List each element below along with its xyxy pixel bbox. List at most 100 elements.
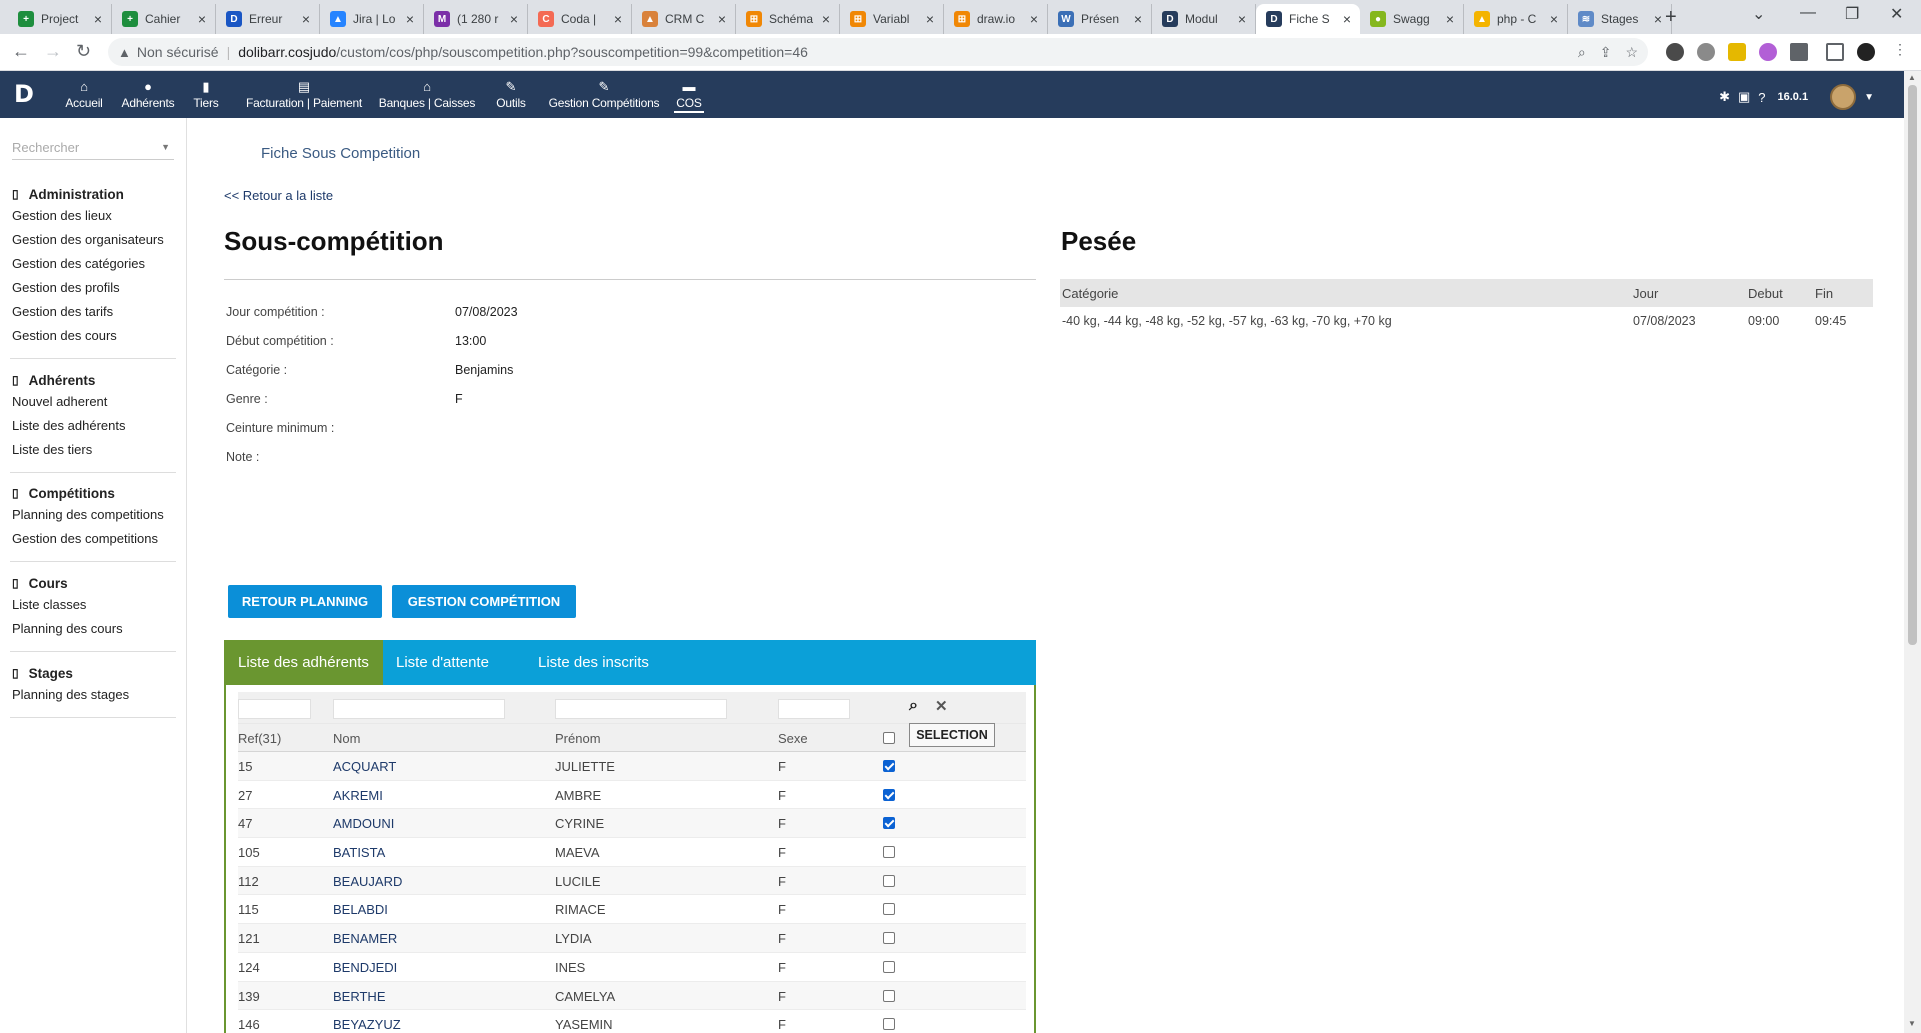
menu-item-home[interactable]: ⌂ Accueil	[64, 78, 104, 111]
sidebar-section-title[interactable]: ▯ Adhérents	[0, 370, 187, 390]
retour-planning-button[interactable]: RETOUR PLANNING	[228, 585, 382, 618]
menu-item-user[interactable]: ● Adhérents	[117, 78, 179, 111]
close-window-button[interactable]: ✕	[1890, 4, 1903, 24]
row-checkbox[interactable]	[883, 760, 895, 772]
browser-tab[interactable]: ▲ php - C ×	[1464, 4, 1568, 34]
user-avatar[interactable]	[1830, 84, 1857, 110]
browser-tab[interactable]: W Présen ×	[1048, 4, 1152, 34]
reload-icon[interactable]: ↻	[76, 41, 91, 62]
cell-nom[interactable]: BEYAZYUZ	[333, 1017, 401, 1032]
browser-tab[interactable]: ≋ Stages ×	[1568, 4, 1672, 34]
cell-nom[interactable]: AKREMI	[333, 788, 383, 803]
tab-close-icon[interactable]: ×	[403, 11, 417, 27]
sidebar-item[interactable]: Planning des stages	[0, 683, 187, 707]
address-bar[interactable]: ▲ Non sécurisé | dolibarr.cosjudo/custom…	[108, 38, 1648, 66]
tab-close-icon[interactable]: ×	[299, 11, 313, 27]
sidebar-item[interactable]: Planning des competitions	[0, 503, 187, 527]
browser-tab[interactable]: C Coda | ×	[528, 4, 632, 34]
menu-item-money[interactable]: ▤ Facturation | Paiement	[244, 78, 364, 111]
cell-nom[interactable]: BATISTA	[333, 845, 385, 860]
browser-tab[interactable]: ▲ Jira | Lo ×	[320, 4, 424, 34]
restore-button[interactable]: ❐	[1845, 4, 1859, 24]
sidebar-item[interactable]: Liste des tiers	[0, 438, 187, 462]
header-nom[interactable]: Nom	[333, 731, 360, 746]
sidebar-item[interactable]: Gestion des cours	[0, 324, 187, 348]
cell-nom[interactable]: BEAUJARD	[333, 874, 402, 889]
tab-close-icon[interactable]: ×	[715, 11, 729, 27]
row-checkbox[interactable]	[883, 960, 895, 973]
tab-close-icon[interactable]: ×	[611, 11, 625, 27]
sidebar-section-title[interactable]: ▯ Stages	[0, 663, 187, 683]
sidebar-section-title[interactable]: ▯ Cours	[0, 573, 187, 593]
bookmark-star-icon[interactable]: ☆	[1625, 44, 1638, 61]
browser-tab[interactable]: D Modul ×	[1152, 4, 1256, 34]
extension-icon[interactable]	[1666, 43, 1684, 61]
tab-attente[interactable]: Liste d'attente	[382, 640, 503, 685]
tab-close-icon[interactable]: ×	[1340, 11, 1354, 27]
tab-close-icon[interactable]: ×	[1547, 11, 1561, 27]
sidebar-item[interactable]: Liste classes	[0, 593, 187, 617]
tab-close-icon[interactable]: ×	[507, 11, 521, 27]
tab-close-icon[interactable]: ×	[923, 11, 937, 27]
cell-nom[interactable]: AMDOUNI	[333, 816, 394, 831]
menu-item-edit[interactable]: ✎ Gestion Compétitions	[544, 78, 664, 111]
sidebar-item[interactable]: Liste des adhérents	[0, 414, 187, 438]
menu-kebab-icon[interactable]: ⋮	[1893, 41, 1907, 58]
cell-nom[interactable]: BENAMER	[333, 931, 397, 946]
scroll-up-icon[interactable]: ▲	[1908, 73, 1916, 82]
row-checkbox[interactable]	[883, 932, 895, 945]
selection-button[interactable]: SELECTION	[909, 723, 995, 747]
cell-nom[interactable]: BENDJEDI	[333, 960, 397, 975]
row-checkbox[interactable]	[883, 989, 895, 1002]
filter-nom-input[interactable]	[333, 699, 505, 719]
browser-tab[interactable]: D Fiche S ×	[1256, 4, 1360, 34]
cell-nom[interactable]: BELABDI	[333, 902, 388, 917]
browser-tab[interactable]: ⊞ draw.io ×	[944, 4, 1048, 34]
cell-nom[interactable]: ACQUART	[333, 759, 396, 774]
menu-item-wrench[interactable]: ✎ Outils	[491, 78, 531, 111]
tab-inscrits[interactable]: Liste des inscrits	[524, 640, 663, 685]
tab-close-icon[interactable]: ×	[1651, 11, 1665, 27]
share-icon[interactable]: ⇪	[1600, 44, 1612, 61]
sidebar-item[interactable]: Gestion des lieux	[0, 204, 187, 228]
scroll-down-icon[interactable]: ▼	[1908, 1019, 1916, 1028]
print-icon[interactable]: ▣	[1738, 89, 1750, 105]
sidebar-item[interactable]: Gestion des tarifs	[0, 300, 187, 324]
header-prenom[interactable]: Prénom	[555, 731, 601, 746]
filter-prenom-input[interactable]	[555, 699, 727, 719]
browser-tab[interactable]: + Project ×	[8, 4, 112, 34]
puzzle-icon[interactable]	[1790, 43, 1808, 61]
zoom-icon[interactable]: ⌕	[1578, 44, 1586, 61]
chevron-down-icon[interactable]: ▼	[1864, 92, 1874, 103]
row-checkbox[interactable]	[883, 903, 895, 916]
sidebar-item[interactable]: Gestion des organisateurs	[0, 228, 187, 252]
browser-tab[interactable]: ▲ CRM C ×	[632, 4, 736, 34]
row-checkbox[interactable]	[883, 788, 895, 801]
filter-ref-input[interactable]	[238, 699, 311, 719]
sidebar-section-title[interactable]: ▯ Administration	[0, 184, 187, 204]
row-checkbox[interactable]	[883, 1018, 895, 1031]
tab-close-icon[interactable]: ×	[1443, 11, 1457, 27]
filter-sexe-input[interactable]	[778, 699, 850, 719]
search-input[interactable]: Rechercher ▼	[12, 140, 174, 160]
tab-search-icon[interactable]: ⌄	[1752, 4, 1765, 24]
row-checkbox[interactable]	[883, 817, 895, 830]
dolibarr-logo[interactable]: D	[14, 80, 40, 108]
sidebar-item[interactable]: Planning des cours	[0, 617, 187, 641]
tab-close-icon[interactable]: ×	[1235, 11, 1249, 27]
page-scrollbar[interactable]: ▲ ▼	[1904, 71, 1921, 1033]
cell-nom[interactable]: BERTHE	[333, 989, 386, 1004]
bug-icon[interactable]: ✱	[1719, 89, 1730, 105]
gestion-competition-button[interactable]: GESTION COMPÉTITION	[392, 585, 576, 618]
browser-tab[interactable]: ⊞ Variabl ×	[840, 4, 944, 34]
browser-tab[interactable]: M (1 280 r ×	[424, 4, 528, 34]
tab-close-icon[interactable]: ×	[91, 11, 105, 27]
tab-close-icon[interactable]: ×	[1131, 11, 1145, 27]
sidebar-item[interactable]: Nouvel adherent	[0, 390, 187, 414]
menu-item-note[interactable]: ▬ COS	[674, 78, 704, 113]
browser-tab[interactable]: + Cahier ×	[112, 4, 216, 34]
scrollbar-thumb[interactable]	[1908, 85, 1917, 645]
row-checkbox[interactable]	[883, 846, 895, 859]
menu-item-bank[interactable]: ⌂ Banques | Caisses	[374, 78, 480, 111]
new-tab-button[interactable]: +	[1665, 6, 1677, 29]
